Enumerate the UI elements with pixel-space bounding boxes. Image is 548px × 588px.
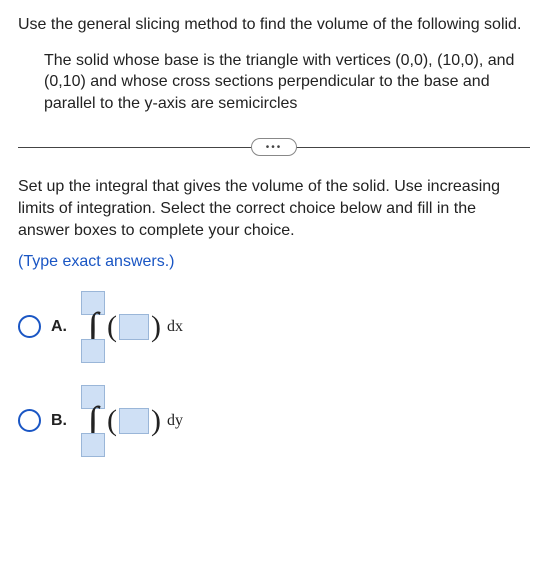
solid-description: The solid whose base is the triangle wit… bbox=[18, 50, 530, 115]
paren-open: ( bbox=[107, 406, 117, 436]
integral-sign-icon: ∫ bbox=[88, 410, 99, 432]
limits-a: ∫ bbox=[81, 291, 105, 363]
radio-a[interactable] bbox=[18, 315, 41, 338]
paren-open: ( bbox=[107, 312, 117, 342]
differential-a: dx bbox=[167, 316, 183, 338]
choice-a-letter: A. bbox=[51, 316, 67, 338]
section-divider: ••• bbox=[18, 136, 530, 158]
integral-b: ∫ ( ) dy bbox=[81, 385, 183, 457]
integrand-b-input[interactable] bbox=[119, 408, 149, 434]
choice-a-row: A. ∫ ( ) dx bbox=[18, 291, 530, 363]
instructions-text: Set up the integral that gives the volum… bbox=[18, 176, 530, 241]
limits-b: ∫ bbox=[81, 385, 105, 457]
paren-close: ) bbox=[151, 312, 161, 342]
expand-button[interactable]: ••• bbox=[251, 138, 297, 156]
integrand-a-input[interactable] bbox=[119, 314, 149, 340]
lower-limit-a-input[interactable] bbox=[81, 339, 105, 363]
differential-b: dy bbox=[167, 410, 183, 432]
question-intro: Use the general slicing method to find t… bbox=[18, 14, 530, 36]
choice-b-letter: B. bbox=[51, 410, 67, 432]
paren-close: ) bbox=[151, 406, 161, 436]
integral-a: ∫ ( ) dx bbox=[81, 291, 183, 363]
choice-b-row: B. ∫ ( ) dy bbox=[18, 385, 530, 457]
integral-sign-icon: ∫ bbox=[88, 316, 99, 338]
hint-text: (Type exact answers.) bbox=[18, 251, 530, 273]
lower-limit-b-input[interactable] bbox=[81, 433, 105, 457]
radio-b[interactable] bbox=[18, 409, 41, 432]
